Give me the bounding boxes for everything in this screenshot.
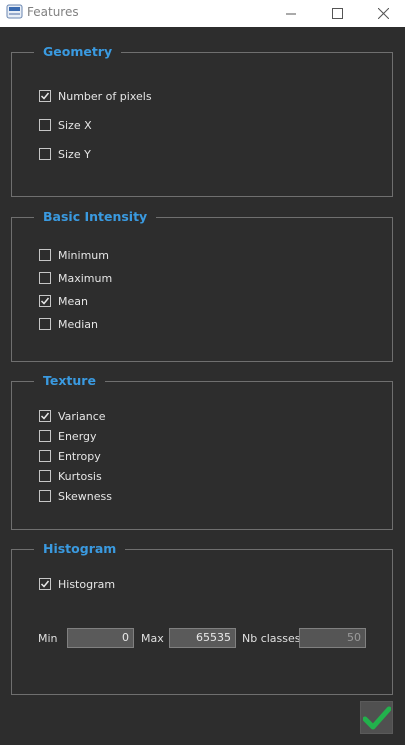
min-label: Min	[38, 632, 58, 645]
checkbox-label: Maximum	[58, 271, 113, 285]
checkbox-median[interactable]: Median	[39, 316, 98, 332]
checkbox-label: Entropy	[58, 449, 101, 463]
checkbox-entropy[interactable]: Entropy	[39, 448, 101, 464]
checkbox-box[interactable]	[39, 119, 51, 131]
checkbox-number-of-pixels[interactable]: Number of pixels	[39, 88, 152, 104]
checkbox-label: Size Y	[58, 147, 91, 161]
checkbox-label: Number of pixels	[58, 89, 152, 103]
checkbox-box[interactable]	[39, 272, 51, 284]
checkbox-minimum[interactable]: Minimum	[39, 247, 109, 263]
checkbox-skewness[interactable]: Skewness	[39, 488, 112, 504]
checkbox-maximum[interactable]: Maximum	[39, 270, 112, 286]
checkbox-box[interactable]	[39, 470, 51, 482]
checkbox-box[interactable]	[39, 430, 51, 442]
checkmark-icon	[362, 706, 391, 729]
checkbox-label: Histogram	[58, 577, 116, 591]
check-mark-icon	[40, 412, 50, 420]
checkbox-box[interactable]	[39, 90, 51, 102]
minimize-icon	[286, 13, 296, 14]
checkbox-label: Minimum	[58, 248, 109, 262]
checkbox-energy[interactable]: Energy	[39, 428, 97, 444]
maximize-icon	[331, 8, 343, 19]
checkbox-mean[interactable]: Mean	[39, 293, 88, 309]
checkbox-kurtosis[interactable]: Kurtosis	[39, 468, 102, 484]
group-title-texture: Texture	[34, 373, 105, 389]
checkbox-box[interactable]	[39, 450, 51, 462]
max-label: Max	[141, 632, 164, 645]
checkbox-label: Mean	[58, 294, 88, 308]
title-bar: Features	[0, 0, 405, 27]
close-icon	[377, 8, 389, 19]
checkbox-histogram[interactable]: Histogram	[39, 576, 115, 592]
checkbox-box[interactable]	[39, 410, 51, 422]
close-button[interactable]	[360, 0, 405, 27]
group-title-histogram: Histogram	[34, 541, 126, 557]
nb-classes-input[interactable]: 50	[299, 628, 366, 648]
check-mark-icon	[40, 580, 50, 588]
histogram-group: Histogram Histogram Min 0 Max 65535 Nb c…	[11, 541, 393, 695]
checkbox-label: Variance	[58, 409, 106, 423]
checkbox-label: Skewness	[58, 489, 112, 503]
checkbox-box[interactable]	[39, 249, 51, 261]
checkbox-size-x[interactable]: Size X	[39, 117, 92, 133]
checkbox-size-y[interactable]: Size Y	[39, 146, 91, 162]
checkbox-label: Energy	[58, 429, 97, 443]
checkbox-box[interactable]	[39, 490, 51, 502]
checkbox-variance[interactable]: Variance	[39, 408, 106, 424]
min-input[interactable]: 0	[67, 628, 134, 648]
checkbox-label: Size X	[58, 118, 92, 132]
check-mark-icon	[40, 297, 50, 305]
group-title-basic-intensity: Basic Intensity	[34, 209, 157, 225]
maximize-button[interactable]	[314, 0, 360, 27]
group-title-geometry: Geometry	[34, 44, 122, 60]
checkbox-label: Median	[58, 317, 99, 331]
checkbox-label: Kurtosis	[58, 469, 102, 483]
app-logo-icon	[6, 3, 23, 20]
texture-group: Texture Variance Energy Entropy Kurtosis…	[11, 373, 393, 530]
minimize-button[interactable]	[268, 0, 314, 27]
checkbox-box[interactable]	[39, 148, 51, 160]
checkbox-box[interactable]	[39, 578, 51, 590]
ok-button[interactable]	[360, 701, 393, 734]
check-mark-icon	[40, 92, 50, 100]
window-title: Features	[27, 5, 79, 19]
basic-intensity-group: Basic Intensity Minimum Maximum Mean Med…	[11, 209, 393, 362]
max-input[interactable]: 65535	[169, 628, 236, 648]
checkbox-box[interactable]	[39, 318, 51, 330]
checkbox-box[interactable]	[39, 295, 51, 307]
nb-classes-label: Nb classes	[242, 632, 301, 645]
geometry-group: Geometry Number of pixels Size X Size Y	[11, 44, 393, 197]
